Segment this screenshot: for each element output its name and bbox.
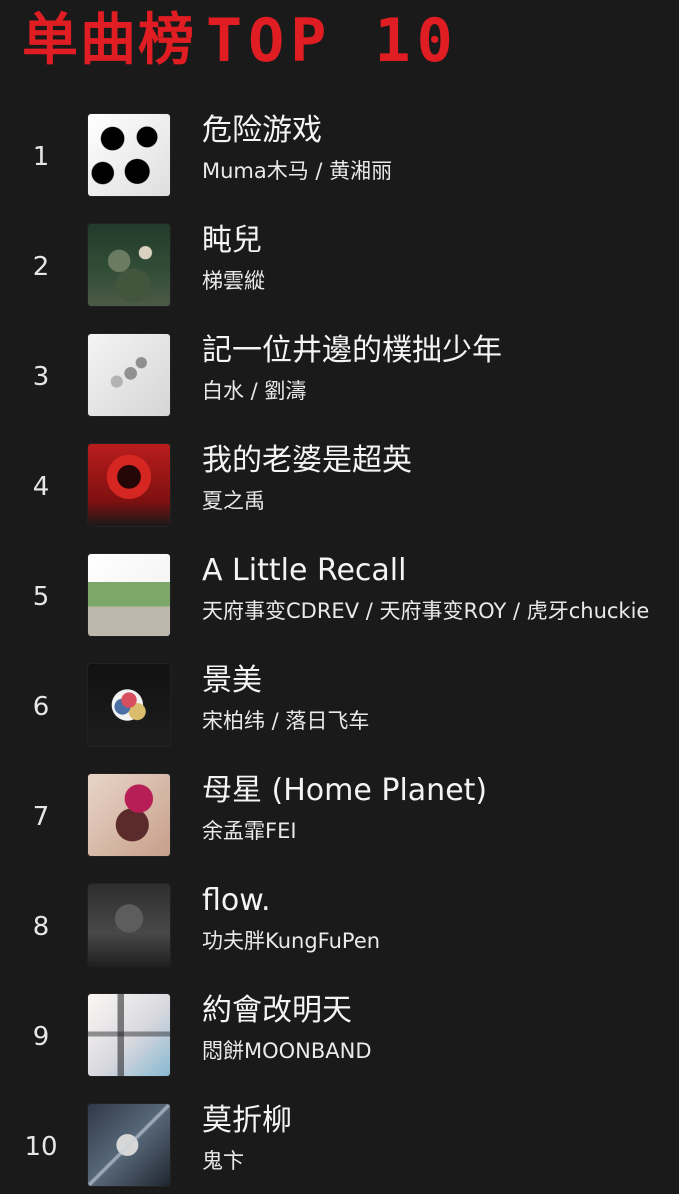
chart-item-10: 10 莫折柳 鬼卞 xyxy=(0,1100,679,1194)
song-title: 危险游戏 xyxy=(202,113,322,148)
chart-page: 单曲榜 TOP 10 1 危险游戏 Muma木马 / 黄湘丽 2 盹兒 梯雲縱 … xyxy=(0,0,679,1194)
artist-name: 余孟霏FEI xyxy=(202,819,297,843)
chart-item-3: 3 記一位井邊的樸拙少年 白水 / 劉濤 xyxy=(0,330,679,440)
rank-number: 1 xyxy=(32,142,50,172)
chart-title-en: TOP 10 xyxy=(206,6,459,76)
chart-item-7: 7 母星 (Home Planet) 余孟霏FEI xyxy=(0,770,679,880)
chart-item-5: 5 A Little Recall 天府事变CDREV / 天府事变ROY / … xyxy=(0,550,679,660)
rank-number: 2 xyxy=(32,252,50,282)
album-cover xyxy=(88,994,170,1076)
song-title: 記一位井邊的樸拙少年 xyxy=(202,333,502,368)
rank-number: 10 xyxy=(24,1132,58,1162)
album-cover xyxy=(88,224,170,306)
rank-number: 3 xyxy=(32,362,50,392)
chart-item-9: 9 約會改明天 悶餅MOONBAND xyxy=(0,990,679,1100)
artist-name: 夏之禹 xyxy=(202,489,265,513)
chart-item-4: 4 我的老婆是超英 夏之禹 xyxy=(0,440,679,550)
song-title: 莫折柳 xyxy=(202,1103,292,1138)
rank-number: 9 xyxy=(32,1022,50,1052)
album-cover xyxy=(88,884,170,966)
album-cover xyxy=(88,1104,170,1186)
album-cover xyxy=(88,444,170,526)
chart-item-6: 6 景美 宋柏纬 / 落日飞车 xyxy=(0,660,679,770)
song-title: 約會改明天 xyxy=(202,993,352,1028)
artist-name: 梯雲縱 xyxy=(202,269,265,293)
album-cover xyxy=(88,554,170,636)
chart-title-zh: 单曲榜 xyxy=(22,8,196,73)
chart-item-8: 8 flow. 功夫胖KungFuPen xyxy=(0,880,679,990)
album-cover xyxy=(88,774,170,856)
artist-name: 宋柏纬 / 落日飞车 xyxy=(202,709,370,733)
album-cover xyxy=(88,114,170,196)
chart-item-2: 2 盹兒 梯雲縱 xyxy=(0,220,679,330)
artist-name: 白水 / 劉濤 xyxy=(202,379,307,403)
rank-number: 5 xyxy=(32,582,50,612)
chart-item-1: 1 危险游戏 Muma木马 / 黄湘丽 xyxy=(0,110,679,220)
song-title: 母星 (Home Planet) xyxy=(202,773,488,808)
rank-number: 7 xyxy=(32,802,50,832)
chart-list: 1 危险游戏 Muma木马 / 黄湘丽 2 盹兒 梯雲縱 3 記一位井邊的樸拙少… xyxy=(0,110,679,1194)
artist-name: 悶餅MOONBAND xyxy=(202,1039,372,1063)
chart-header: 单曲榜 TOP 10 xyxy=(22,6,459,76)
artist-name: 鬼卞 xyxy=(202,1149,244,1173)
song-title: 盹兒 xyxy=(202,223,262,258)
artist-name: 天府事变CDREV / 天府事变ROY / 虎牙chuckie xyxy=(202,599,650,623)
song-title: 景美 xyxy=(202,663,262,698)
rank-number: 6 xyxy=(32,692,50,722)
album-cover xyxy=(88,664,170,746)
artist-name: 功夫胖KungFuPen xyxy=(202,929,381,953)
song-title: A Little Recall xyxy=(202,553,407,588)
album-cover xyxy=(88,334,170,416)
song-title: 我的老婆是超英 xyxy=(202,443,412,478)
artist-name: Muma木马 / 黄湘丽 xyxy=(202,159,393,183)
song-title: flow. xyxy=(202,883,271,918)
rank-number: 8 xyxy=(32,912,50,942)
rank-number: 4 xyxy=(32,472,50,502)
